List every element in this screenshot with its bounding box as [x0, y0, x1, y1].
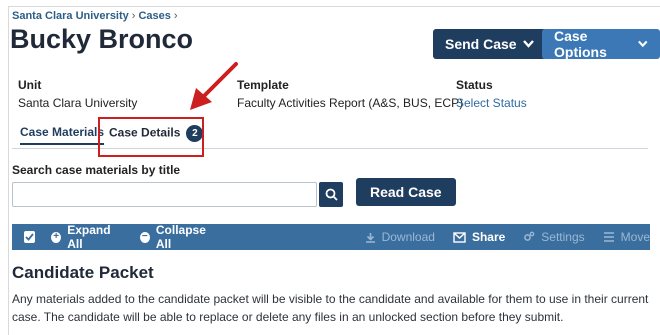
read-case-button[interactable]: Read Case — [356, 178, 456, 206]
candidate-packet-title: Candidate Packet — [12, 263, 154, 282]
unit-value: Santa Clara University — [18, 96, 138, 110]
annotation-highlight-box — [98, 117, 204, 157]
select-status-link[interactable]: Select Status — [456, 96, 527, 110]
tab-case-materials[interactable]: Case Materials — [20, 125, 105, 145]
share-label: Share — [471, 230, 506, 244]
collapse-all-label: Collapse All — [155, 223, 206, 251]
check-icon — [25, 233, 34, 241]
breadcrumb: Santa Clara University › Cases › — [12, 10, 181, 22]
move-button[interactable]: Move — [603, 230, 650, 244]
search-button[interactable] — [319, 182, 343, 207]
send-case-button[interactable]: Send Case — [433, 29, 546, 59]
gears-icon — [524, 231, 535, 241]
template-value: Faculty Activities Report (A&S, BUS, ECP… — [237, 96, 464, 110]
chevron-down-icon — [522, 40, 534, 48]
unit-label: Unit — [18, 78, 42, 92]
download-label: Download — [381, 230, 435, 244]
send-case-label: Send Case — [445, 36, 517, 52]
expand-all-button[interactable]: + Expand All — [51, 223, 124, 251]
materials-toolbar: + Expand All − Collapse All Download Sha… — [12, 223, 650, 251]
page-title: Bucky Bronco — [10, 24, 194, 54]
search-input[interactable] — [12, 182, 317, 207]
minus-circle-icon: − — [139, 231, 150, 243]
case-options-label: Case Options — [554, 28, 607, 60]
chevron-down-icon — [638, 40, 648, 48]
status-label: Status — [456, 78, 493, 92]
search-label: Search case materials by title — [12, 163, 181, 177]
breadcrumb-separator: › — [173, 10, 178, 22]
settings-button[interactable]: Settings — [523, 230, 585, 244]
download-button[interactable]: Download — [365, 230, 435, 244]
select-all-checkbox[interactable] — [24, 231, 36, 243]
case-options-button[interactable]: Case Options — [542, 28, 660, 60]
share-button[interactable]: Share — [453, 230, 505, 244]
collapse-all-button[interactable]: − Collapse All — [139, 223, 219, 251]
list-icon — [603, 232, 614, 242]
download-icon — [365, 232, 375, 243]
expand-all-label: Expand All — [67, 223, 111, 251]
breadcrumb-link-cases[interactable]: Cases — [138, 10, 170, 22]
settings-label: Settings — [541, 230, 585, 244]
move-label: Move — [620, 230, 650, 244]
plus-circle-icon: + — [51, 231, 62, 243]
tab-case-materials-label: Case Materials — [20, 125, 105, 139]
candidate-packet-description: Any materials added to the candidate pac… — [12, 292, 649, 324]
envelope-icon — [453, 231, 466, 243]
template-label: Template — [237, 78, 289, 92]
annotation-arrow-icon — [190, 62, 238, 110]
breadcrumb-link-university[interactable]: Santa Clara University — [12, 10, 129, 22]
search-icon — [325, 188, 338, 201]
breadcrumb-separator: › — [131, 10, 136, 22]
